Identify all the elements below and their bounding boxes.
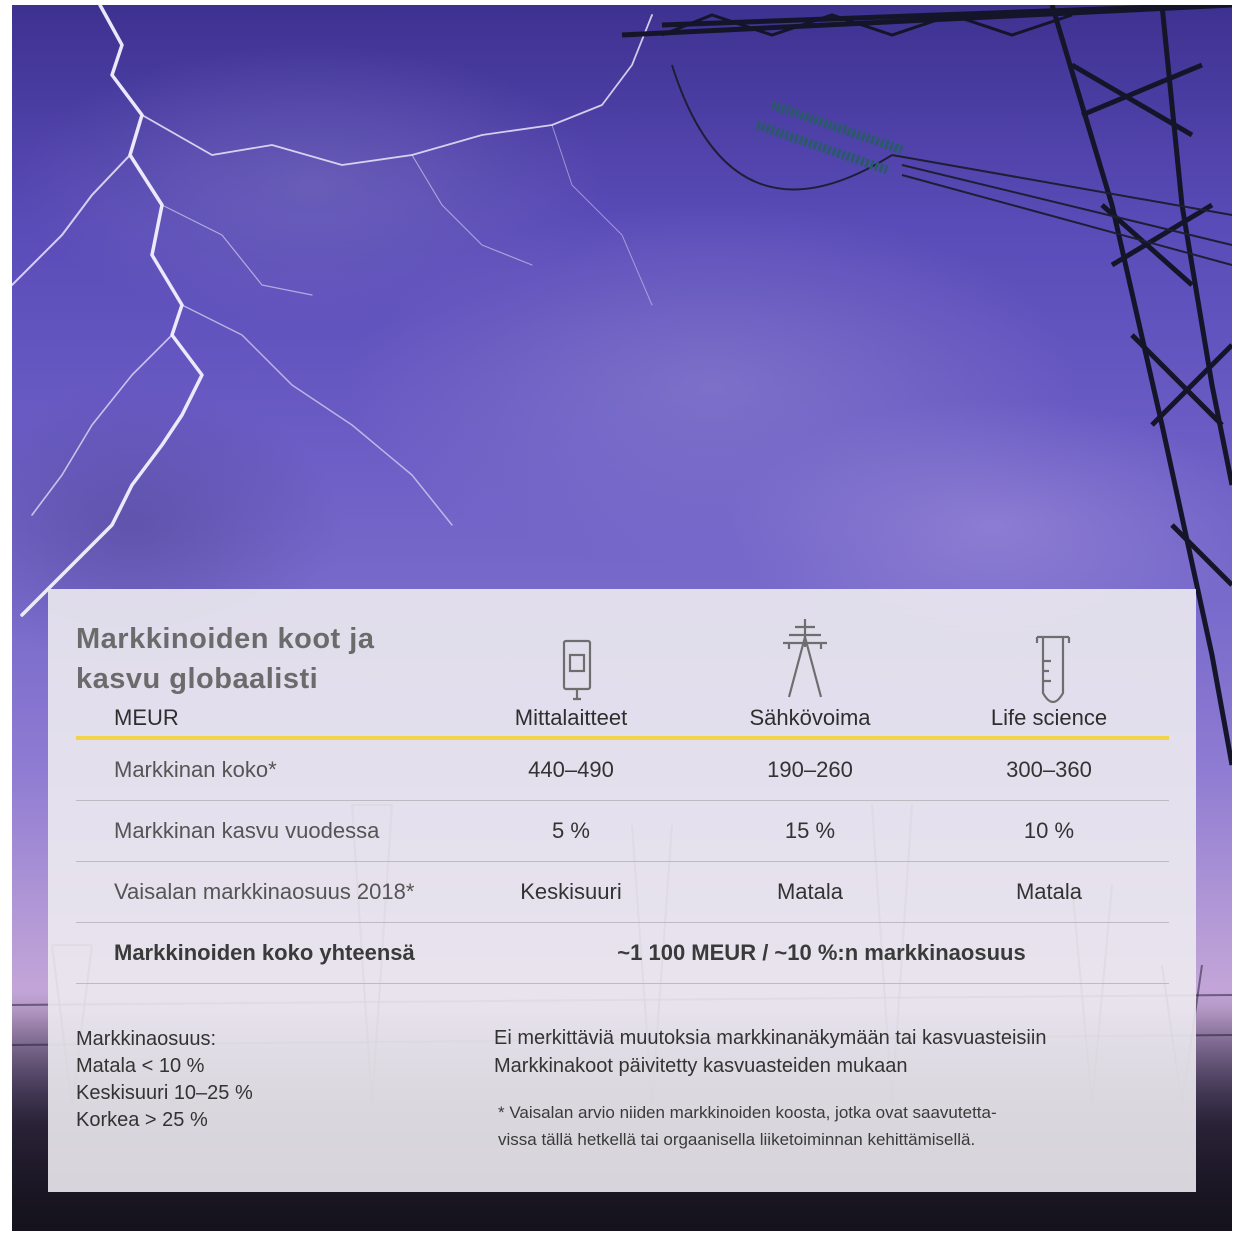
unit-header: MEUR bbox=[114, 705, 179, 730]
legend-item: Korkea > 25 % bbox=[76, 1109, 208, 1131]
insulators bbox=[755, 100, 904, 175]
table-cell: 15 % bbox=[784, 818, 836, 843]
footnote-line-2: vissa tällä hetkellä tai orgaanisella li… bbox=[498, 1130, 976, 1149]
total-row: Markkinoiden koko yhteensä ~1 100 MEUR /… bbox=[76, 923, 1169, 984]
table-cell: Matala bbox=[776, 879, 844, 904]
column-header-sahkovoima: Sähkövoima bbox=[749, 705, 871, 730]
power-pylon-icon bbox=[783, 619, 827, 698]
panel-title: Markkinoiden koot ja kasvu globaalisti bbox=[76, 619, 496, 699]
footnote: * Vaisalan arvio niiden markkinoiden koo… bbox=[498, 1099, 1138, 1153]
note-line: Markkinakoot päivitetty kasvuasteiden mu… bbox=[494, 1055, 908, 1077]
notes: Ei merkittäviä muutoksia markkinanäkymää… bbox=[494, 1024, 1046, 1080]
table-cell: 10 % bbox=[1023, 818, 1075, 843]
title-line-2: kasvu globaalisti bbox=[76, 663, 319, 695]
row-label: Markkinan koko* bbox=[114, 757, 277, 782]
legend-item: Keskisuuri 10–25 % bbox=[76, 1082, 253, 1104]
test-tube-icon bbox=[1035, 635, 1071, 704]
total-label: Markkinoiden koko yhteensä bbox=[114, 940, 415, 965]
footnote-line-1: * Vaisalan arvio niiden markkinoiden koo… bbox=[498, 1103, 997, 1122]
table-cell: 440–490 bbox=[528, 757, 614, 782]
table-cell: 190–260 bbox=[767, 757, 853, 782]
table-row: Markkinan koko* 440–490 190–260 300–360 bbox=[76, 740, 1169, 801]
lightning-bolt bbox=[12, 5, 653, 617]
column-header-life-science: Life science bbox=[990, 705, 1108, 730]
total-value: ~1 100 MEUR / ~10 %:n markkinaosuus bbox=[617, 940, 1026, 965]
table-cell: 5 % bbox=[552, 818, 590, 843]
column-header-mittalaitteet: Mittalaitteet bbox=[514, 705, 628, 730]
legend-heading: Markkinaosuus: bbox=[76, 1028, 217, 1050]
table-row: Markkinan kasvu vuodessa 5 % 15 % 10 % bbox=[76, 801, 1169, 862]
row-label: Vaisalan markkinaosuus 2018* bbox=[114, 879, 415, 904]
title-line-1: Markkinoiden koot ja bbox=[76, 623, 375, 655]
market-share-legend: Markkinaosuus: Matala < 10 % Keskisuuri … bbox=[76, 1026, 253, 1134]
table-cell: Keskisuuri bbox=[520, 879, 622, 904]
note-line: Ei merkittäviä muutoksia markkinanäkymää… bbox=[494, 1027, 1047, 1049]
market-info-panel: Markkinoiden koot ja kasvu globaalisti M… bbox=[48, 589, 1196, 1192]
legend-item: Matala < 10 % bbox=[76, 1055, 205, 1077]
table-cell: Matala bbox=[1015, 879, 1083, 904]
table-cell: 300–360 bbox=[1006, 757, 1092, 782]
table-row: Vaisalan markkinaosuus 2018* Keskisuuri … bbox=[76, 862, 1169, 923]
row-label: Markkinan kasvu vuodessa bbox=[114, 818, 380, 843]
power-lines bbox=[671, 64, 1232, 266]
